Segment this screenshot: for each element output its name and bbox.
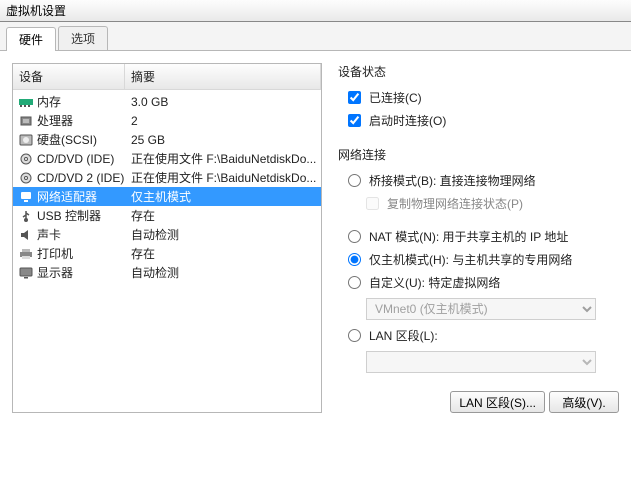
device-summary: 25 GB [131,133,317,147]
tab-hardware[interactable]: 硬件 [6,27,56,51]
disk-icon [17,132,35,148]
device-list: 设备 摘要 内存3.0 GB处理器2硬盘(SCSI)25 GBCD/DVD (I… [12,63,322,413]
connect-on-start-checkbox[interactable] [348,114,361,127]
device-name: USB 控制器 [37,207,131,224]
device-status-group: 设备状态 已连接(C) 启动时连接(O) [338,63,619,132]
connect-on-start-label: 启动时连接(O) [369,112,446,129]
content-area: 设备 摘要 内存3.0 GB处理器2硬盘(SCSI)25 GBCD/DVD (I… [0,51,631,425]
device-summary: 自动检测 [131,226,317,243]
list-item[interactable]: 显示器自动检测 [13,263,321,282]
list-item[interactable]: 打印机存在 [13,244,321,263]
col-device[interactable]: 设备 [13,64,125,89]
network-title: 网络连接 [338,146,619,163]
list-item[interactable]: 处理器2 [13,111,321,130]
list-item[interactable]: 声卡自动检测 [13,225,321,244]
device-summary: 存在 [131,207,317,224]
custom-row[interactable]: 自定义(U): 特定虚拟网络 [338,271,619,294]
custom-radio[interactable] [348,276,361,289]
device-summary: 2 [131,114,317,128]
bridge-label: 桥接模式(B): 直接连接物理网络 [369,172,619,189]
tab-options-label: 选项 [71,32,95,46]
list-header: 设备 摘要 [13,64,321,90]
lan-row[interactable]: LAN 区段(L): [338,324,619,347]
list-item[interactable]: 网络适配器仅主机模式 [13,187,321,206]
cpu-icon [17,113,35,129]
custom-select: VMnet0 (仅主机模式) [366,298,596,320]
printer-icon [17,246,35,262]
list-item[interactable]: USB 控制器存在 [13,206,321,225]
tab-options[interactable]: 选项 [58,26,108,50]
lan-segments-button[interactable]: LAN 区段(S)... [450,391,545,413]
advanced-button[interactable]: 高级(V). [549,391,619,413]
device-status-title: 设备状态 [338,63,619,80]
bridge-row[interactable]: 桥接模式(B): 直接连接物理网络 [338,169,619,192]
tabs-bar: 硬件 选项 [0,22,631,51]
device-summary: 正在使用文件 F:\BaiduNetdiskDo... [131,150,317,167]
device-name: 声卡 [37,226,131,243]
lan-radio[interactable] [348,329,361,342]
nat-label: NAT 模式(N): 用于共享主机的 IP 地址 [369,228,619,245]
network-icon [17,189,35,205]
hostonly-label: 仅主机模式(H): 与主机共享的专用网络 [369,251,619,268]
device-summary: 自动检测 [131,264,317,281]
connected-row[interactable]: 已连接(C) [338,86,619,109]
cd-icon [17,151,35,167]
device-name: 显示器 [37,264,131,281]
device-name: 打印机 [37,245,131,262]
right-panel: 设备状态 已连接(C) 启动时连接(O) 网络连接 桥接模式(B): 直接连接物… [334,63,619,413]
device-summary: 正在使用文件 F:\BaiduNetdiskDo... [131,169,317,186]
nat-row[interactable]: NAT 模式(N): 用于共享主机的 IP 地址 [338,225,619,248]
lan-select [366,351,596,373]
list-item[interactable]: CD/DVD (IDE)正在使用文件 F:\BaiduNetdiskDo... [13,149,321,168]
hostonly-row[interactable]: 仅主机模式(H): 与主机共享的专用网络 [338,248,619,271]
replicate-label: 复制物理网络连接状态(P) [387,195,523,212]
custom-label: 自定义(U): 特定虚拟网络 [369,274,619,291]
lan-select-row [338,347,619,377]
hostonly-radio[interactable] [348,253,361,266]
list-body: 内存3.0 GB处理器2硬盘(SCSI)25 GBCD/DVD (IDE)正在使… [13,90,321,284]
device-summary: 存在 [131,245,317,262]
network-group: 网络连接 桥接模式(B): 直接连接物理网络 复制物理网络连接状态(P) NAT… [338,146,619,377]
list-item[interactable]: CD/DVD 2 (IDE)正在使用文件 F:\BaiduNetdiskDo..… [13,168,321,187]
list-item[interactable]: 内存3.0 GB [13,92,321,111]
replicate-row: 复制物理网络连接状态(P) [338,192,619,215]
device-name: 网络适配器 [37,188,131,205]
device-name: 内存 [37,93,131,110]
window-titlebar: 虚拟机设置 [0,0,631,22]
cd-icon [17,170,35,186]
device-name: 处理器 [37,112,131,129]
button-row: LAN 区段(S)... 高级(V). [338,391,619,413]
usb-icon [17,208,35,224]
window-title: 虚拟机设置 [6,4,66,18]
device-summary: 仅主机模式 [131,188,317,205]
device-name: CD/DVD 2 (IDE) [37,171,131,185]
bridge-radio[interactable] [348,174,361,187]
device-summary: 3.0 GB [131,95,317,109]
nat-radio[interactable] [348,230,361,243]
display-icon [17,265,35,281]
lan-label: LAN 区段(L): [369,327,619,344]
device-name: 硬盘(SCSI) [37,131,131,148]
col-summary[interactable]: 摘要 [125,64,321,89]
tab-hardware-label: 硬件 [19,33,43,47]
connected-checkbox[interactable] [348,91,361,104]
connected-label: 已连接(C) [369,89,422,106]
replicate-checkbox [366,197,379,210]
custom-select-row: VMnet0 (仅主机模式) [338,294,619,324]
device-name: CD/DVD (IDE) [37,152,131,166]
memory-icon [17,94,35,110]
sound-icon [17,227,35,243]
connect-on-start-row[interactable]: 启动时连接(O) [338,109,619,132]
list-item[interactable]: 硬盘(SCSI)25 GB [13,130,321,149]
